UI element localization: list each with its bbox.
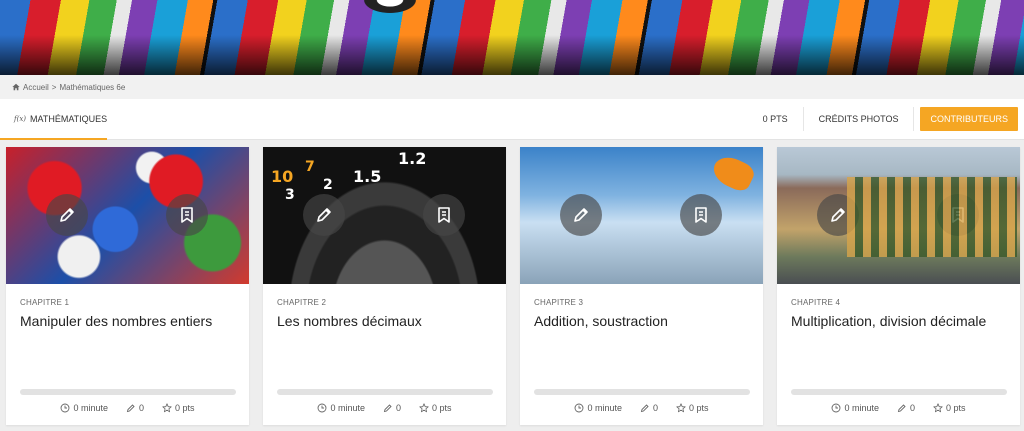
chapter-image — [6, 147, 249, 284]
chapter-image: 10 7 3 2 1.5 1.2 — [263, 147, 506, 284]
points-stat: 0 pts — [924, 403, 975, 413]
chapter-progress-bar — [277, 389, 493, 395]
edit-exercise-button[interactable] — [46, 194, 88, 236]
star-icon — [162, 403, 172, 413]
chapter-card-1[interactable]: CHAPITRE 1 Manipuler des nombres entiers… — [6, 147, 249, 425]
pencil-icon — [126, 404, 135, 413]
home-icon — [12, 83, 20, 91]
points-stat: 0 pts — [410, 403, 461, 413]
duration-stat: 0 minute — [822, 403, 888, 413]
bookmark-icon — [695, 207, 707, 223]
pencil-icon — [574, 208, 588, 222]
exercises-stat: 0 — [631, 403, 667, 413]
breadcrumb-current: Mathématiques 6e — [59, 82, 126, 92]
bookmark-icon — [438, 207, 450, 223]
exercises-value: 0 — [910, 403, 916, 413]
chapter-number: CHAPITRE 3 — [534, 298, 584, 307]
points-counter[interactable]: 0 PTS — [748, 99, 803, 139]
chapter-number: CHAPITRE 1 — [20, 298, 70, 307]
chapter-stats: 0 minute 0 0 pts — [6, 403, 249, 413]
points-value: 0 pts — [946, 403, 966, 413]
duration-value: 0 minute — [73, 403, 108, 413]
chapter-image — [777, 147, 1020, 284]
points-stat: 0 pts — [153, 403, 204, 413]
chapter-number: CHAPITRE 4 — [791, 298, 841, 307]
chapter-progress-bar — [791, 389, 1007, 395]
duration-value: 0 minute — [844, 403, 879, 413]
points-value: 0 pts — [175, 403, 195, 413]
bookmark-icon — [181, 207, 193, 223]
exercises-stat: 0 — [374, 403, 410, 413]
chapter-title: Addition, soustraction — [534, 313, 668, 329]
breadcrumb-separator: > — [51, 82, 57, 92]
exercises-value: 0 — [139, 403, 145, 413]
duration-stat: 0 minute — [308, 403, 374, 413]
points-value: 0 pts — [432, 403, 452, 413]
pencil-icon — [897, 404, 906, 413]
contributors-button[interactable]: CONTRIBUTEURS — [920, 107, 1018, 131]
duration-stat: 0 minute — [51, 403, 117, 413]
chapter-title: Manipuler des nombres entiers — [20, 313, 213, 329]
tab-mathematiques[interactable]: f(x) MATHÉMATIQUES — [0, 99, 107, 140]
chapter-card-4[interactable]: CHAPITRE 4 Multiplication, division déci… — [777, 147, 1020, 425]
pencil-icon — [60, 208, 74, 222]
duration-value: 0 minute — [330, 403, 365, 413]
chapter-title: Multiplication, division décimale — [791, 313, 987, 329]
chapter-card-3[interactable]: CHAPITRE 3 Addition, soustraction 0 minu… — [520, 147, 763, 425]
clock-icon — [61, 403, 70, 413]
pencil-icon — [831, 208, 845, 222]
pencil-icon — [317, 208, 331, 222]
duration-value: 0 minute — [587, 403, 622, 413]
open-lesson-button[interactable] — [680, 194, 722, 236]
clock-icon — [575, 403, 584, 413]
exercises-value: 0 — [653, 403, 659, 413]
function-icon: f(x) — [14, 114, 27, 123]
open-lesson-button[interactable] — [166, 194, 208, 236]
photo-credits-link[interactable]: CRÉDITS PHOTOS — [804, 99, 914, 139]
banner-image — [0, 0, 1024, 75]
chapter-number: CHAPITRE 2 — [277, 298, 327, 307]
open-lesson-button[interactable] — [423, 194, 465, 236]
exercises-stat: 0 — [888, 403, 924, 413]
chapter-title: Les nombres décimaux — [277, 313, 422, 329]
chapter-stats: 0 minute 0 0 pts — [520, 403, 763, 413]
duration-stat: 0 minute — [565, 403, 631, 413]
breadcrumb-home-link[interactable]: Accueil — [23, 83, 49, 92]
clock-icon — [318, 403, 327, 413]
star-icon — [676, 403, 686, 413]
points-stat: 0 pts — [667, 403, 718, 413]
chapter-cards: CHAPITRE 1 Manipuler des nombres entiers… — [6, 147, 1020, 425]
exercises-stat: 0 — [117, 403, 153, 413]
chapter-progress-bar — [20, 389, 236, 395]
exercises-value: 0 — [396, 403, 402, 413]
chapter-progress-bar — [534, 389, 750, 395]
star-icon — [419, 403, 429, 413]
star-icon — [933, 403, 943, 413]
tab-mathematiques-label: MATHÉMATIQUES — [30, 113, 108, 124]
nav-divider — [913, 107, 915, 131]
course-navbar: f(x) MATHÉMATIQUES 0 PTS CRÉDITS PHOTOS … — [0, 99, 1024, 140]
edit-exercise-button[interactable] — [303, 194, 345, 236]
clock-icon — [832, 403, 841, 413]
pencil-icon — [640, 404, 649, 413]
pencil-icon — [383, 404, 392, 413]
edit-exercise-button[interactable] — [560, 194, 602, 236]
breadcrumb: Accueil > Mathématiques 6e — [0, 75, 1024, 99]
chapter-stats: 0 minute 0 0 pts — [777, 403, 1020, 413]
chapter-image — [520, 147, 763, 284]
chapter-stats: 0 minute 0 0 pts — [263, 403, 506, 413]
points-value: 0 pts — [689, 403, 709, 413]
chapter-card-2[interactable]: 10 7 3 2 1.5 1.2 CHAPITRE 2 Les nombres décim… — [263, 147, 506, 425]
